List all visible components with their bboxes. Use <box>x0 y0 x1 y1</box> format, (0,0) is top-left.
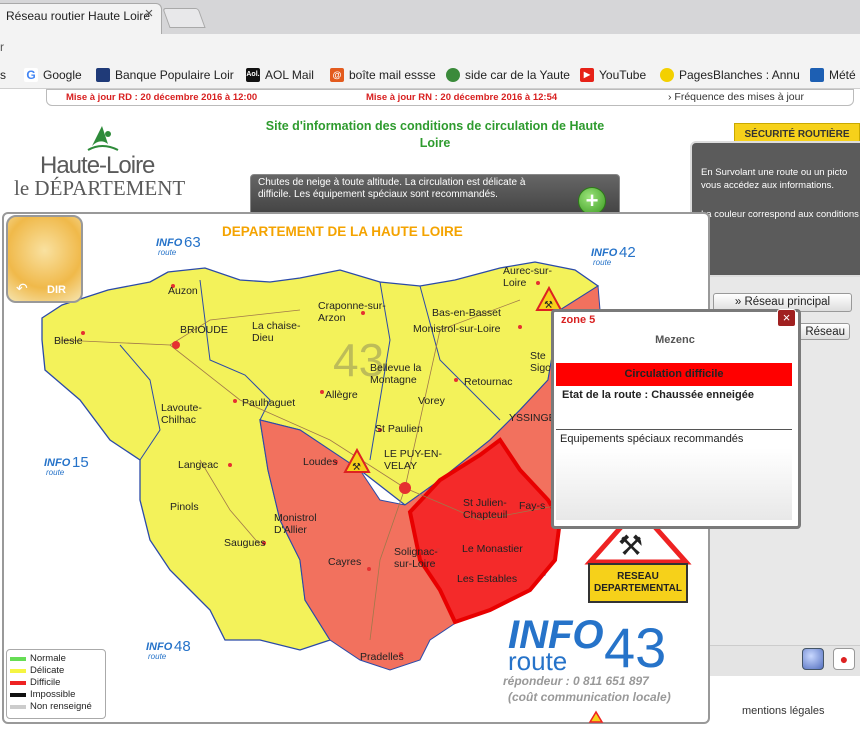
town-label[interactable]: Vorey <box>418 395 445 407</box>
inforoute-48-link[interactable]: INFO route 48 <box>146 638 206 664</box>
legend-label: Non renseigné <box>30 701 92 712</box>
town-label[interactable]: Cayres <box>328 556 361 568</box>
svg-text:⚒: ⚒ <box>352 462 361 473</box>
popup-road-state: Etat de la route : Chaussée enneigée <box>562 389 754 401</box>
return-arrow-icon: ↶ <box>16 280 28 296</box>
town-dot <box>518 325 522 329</box>
repondeur-phone: répondeur : 0 811 651 897 <box>503 674 649 688</box>
town-label[interactable]: Ste Sigo <box>530 350 550 374</box>
town-label[interactable]: Bellevue la Montagne <box>370 362 432 386</box>
inforoute-num: 48 <box>174 638 191 655</box>
legend-label: Difficile <box>30 677 61 688</box>
cout-communication: (coût communication locale) <box>508 690 671 704</box>
svg-text:⚒: ⚒ <box>618 529 643 562</box>
popup-status-badge: Circulation difficile <box>556 363 792 386</box>
inforoute-42-link[interactable]: INFO route 42 <box>591 244 651 270</box>
town-label[interactable]: Monistrol-sur-Loire <box>413 323 501 335</box>
department-title: DEPARTEMENT DE LA HAUTE LOIRE <box>222 224 463 239</box>
town-label[interactable]: Bas-en-Basset <box>432 307 501 319</box>
town-label[interactable]: Les Estables <box>457 573 517 585</box>
inforoute43-number: 43 <box>604 616 667 679</box>
town-dot-brioude[interactable] <box>172 341 180 349</box>
town-label[interactable]: Allègre <box>325 389 358 401</box>
town-label[interactable]: Le Monastier <box>462 543 523 555</box>
legend-item: Délicate <box>10 665 64 676</box>
town-label[interactable]: YSSINGEAUX <box>509 412 551 424</box>
town-label[interactable]: Lavoute-Chilhac <box>161 402 211 426</box>
town-label[interactable]: Loudes <box>303 456 337 468</box>
legend-swatch <box>10 692 26 697</box>
legend-label: Normale <box>30 653 66 664</box>
town-dot <box>367 567 371 571</box>
close-icon[interactable]: × <box>777 309 796 327</box>
town-label[interactable]: Saugues <box>224 537 265 549</box>
popup-footer <box>556 448 792 520</box>
legend-item: Impossible <box>10 689 75 700</box>
town-label[interactable]: Retournac <box>464 376 512 388</box>
inforoute-num: 15 <box>72 454 89 471</box>
town-label[interactable]: Solignac-sur-Loire <box>394 546 449 570</box>
town-label[interactable]: Pinols <box>170 501 199 513</box>
legend-label: Délicate <box>30 665 65 676</box>
legend-swatch <box>10 668 26 673</box>
town-label[interactable]: La chaise-Dieu <box>252 320 312 344</box>
legend-swatch <box>10 680 26 685</box>
town-label[interactable]: Blesle <box>54 335 83 347</box>
town-label[interactable]: BRIOUDE <box>180 324 228 336</box>
popup-zone-label: zone 5 <box>561 314 596 326</box>
reseau-departemental-button[interactable]: RESEAU DEPARTEMENTAL <box>588 563 688 603</box>
inforoute-63-link[interactable]: INFO route 63 <box>156 234 216 260</box>
town-dot <box>454 378 458 382</box>
legend-label: Impossible <box>30 689 76 700</box>
town-label[interactable]: Auzon <box>168 285 198 297</box>
inforoute-num: 42 <box>619 244 636 261</box>
town-label[interactable]: St Paulien <box>375 423 423 435</box>
inforoute-num: 63 <box>184 234 201 251</box>
legend-item: Non renseigné <box>10 701 92 712</box>
town-dot <box>320 390 324 394</box>
town-label[interactable]: Craponne-sur-Arzon <box>318 300 388 324</box>
town-label[interactable]: Aurec-sur-Loire <box>503 265 563 289</box>
dir-label: DIR <box>47 284 66 296</box>
inforoute-15-link[interactable]: INFO route 15 <box>44 454 104 480</box>
legend-item: Difficile <box>10 677 60 688</box>
warning-small-icon <box>588 710 604 723</box>
legend-swatch <box>10 656 26 661</box>
town-dot <box>228 463 232 467</box>
legend-swatch <box>10 704 26 709</box>
town-label[interactable]: Paulhaguet <box>242 397 295 409</box>
popup-zone-name: Mezenc <box>655 334 695 346</box>
legend-item: Normale <box>10 653 66 664</box>
inforoute43-route: route <box>508 646 568 676</box>
town-label[interactable]: Pradelles <box>360 651 404 663</box>
town-dot-le-puy[interactable] <box>399 482 411 494</box>
town-label[interactable]: Monistrol D'Allier <box>274 512 329 536</box>
popup-divider <box>556 429 792 430</box>
town-label[interactable]: St Julien-Chapteuil <box>463 497 521 521</box>
popup-equipment: Equipements spéciaux recommandés <box>560 433 744 445</box>
town-dot <box>233 399 237 403</box>
town-label[interactable]: LE PUY-EN-VELAY <box>384 448 444 472</box>
town-label[interactable]: Langeac <box>178 459 218 471</box>
town-label[interactable]: Fay-s <box>519 500 549 512</box>
